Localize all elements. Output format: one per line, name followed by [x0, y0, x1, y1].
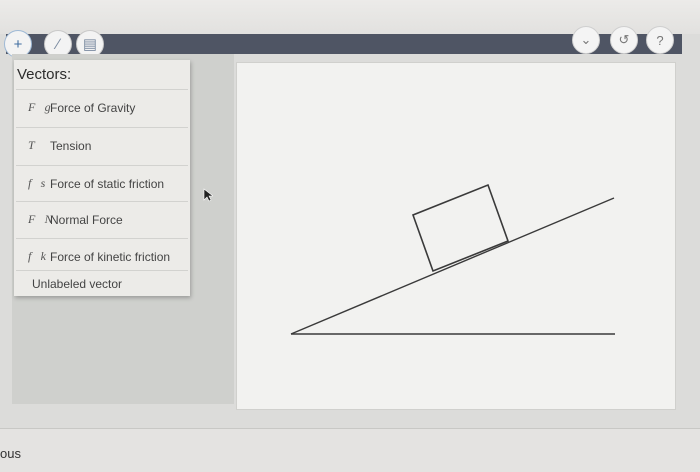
incline-line	[290, 197, 615, 335]
kinetic-friction-symbol: f⃗k	[28, 249, 46, 263]
dropdown-button[interactable]: ⌄	[572, 26, 600, 54]
vector-item-label: Tension	[50, 138, 92, 153]
previous-button[interactable]: ous	[0, 446, 21, 461]
vector-menu: Vectors: F⃗g Force of Gravity T⃗ Tension…	[14, 60, 190, 296]
vector-item-unlabeled[interactable]: Unlabeled vector	[16, 270, 188, 297]
force-gravity-symbol: F⃗g	[28, 100, 51, 114]
vector-item-label: Normal Force	[50, 212, 123, 227]
vector-item-label: Unlabeled vector	[32, 277, 123, 291]
vector-item-normal-force[interactable]: F⃗N Normal Force	[16, 201, 188, 237]
vector-item-gravity[interactable]: F⃗g Force of Gravity	[16, 89, 188, 125]
trash-icon: ▤	[82, 35, 98, 53]
pencil-icon: ∕	[56, 35, 60, 53]
bottom-bar	[0, 428, 700, 472]
vector-item-static-friction[interactable]: f⃗s Force of static friction	[16, 165, 188, 201]
undo-icon: ↺	[618, 32, 630, 47]
vector-item-tension[interactable]: T⃗ Tension	[16, 127, 188, 163]
vector-item-label: Force of static friction	[50, 176, 165, 191]
undo-button[interactable]: ↺	[610, 26, 638, 54]
incline-diagram	[290, 183, 615, 335]
help-button[interactable]: ?	[646, 26, 674, 54]
chevron-down-icon: ⌄	[580, 32, 592, 47]
help-icon: ?	[656, 32, 664, 48]
drawing-canvas[interactable]	[236, 62, 676, 410]
vector-item-label: Force of Gravity	[50, 100, 136, 115]
static-friction-symbol: f⃗s	[28, 176, 46, 190]
plus-icon: +	[13, 35, 23, 53]
vector-item-kinetic-friction[interactable]: f⃗k Force of kinetic friction	[16, 238, 188, 274]
mouse-cursor-icon	[203, 188, 213, 202]
block-on-incline	[411, 183, 510, 273]
normal-force-symbol: F⃗N	[28, 212, 53, 226]
tension-symbol: T⃗	[28, 138, 45, 152]
vector-menu-title: Vectors:	[17, 66, 72, 83]
vector-item-label: Force of kinetic friction	[50, 249, 171, 264]
